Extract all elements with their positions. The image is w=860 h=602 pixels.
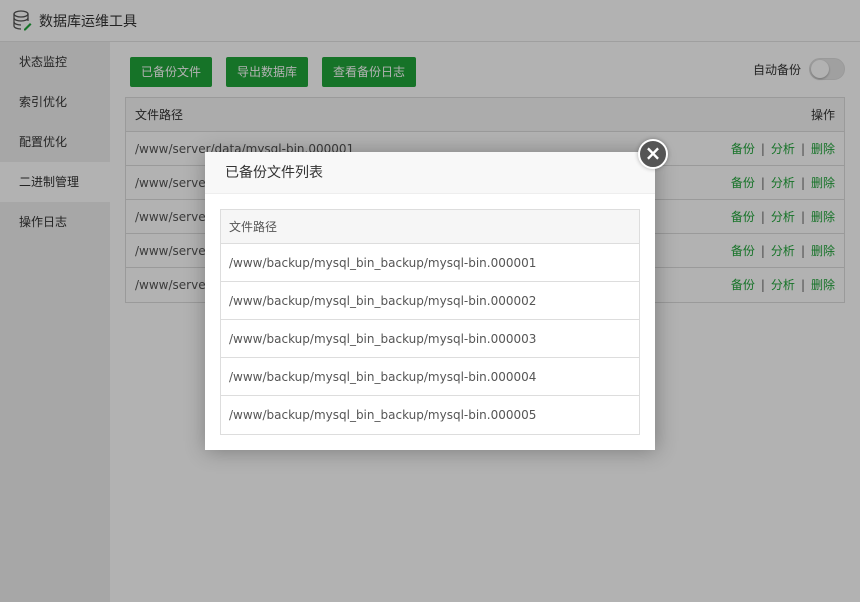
list-item: /www/backup/mysql_bin_backup/mysql-bin.0… — [229, 408, 537, 422]
column-header-path: 文件路径 — [221, 210, 639, 244]
backup-file-table: 文件路径 /www/backup/mysql_bin_backup/mysql-… — [220, 209, 640, 435]
list-item: /www/backup/mysql_bin_backup/mysql-bin.0… — [221, 358, 639, 396]
modal-title: 已备份文件列表 — [205, 152, 655, 194]
close-icon[interactable]: × — [638, 139, 668, 169]
backed-up-files-modal: 已备份文件列表 文件路径 /www/backup/mysql_bin_backu… — [205, 152, 655, 450]
list-item: /www/backup/mysql_bin_backup/mysql-bin.0… — [221, 244, 639, 282]
list-item: /www/backup/mysql_bin_backup/mysql-bin.0… — [221, 320, 639, 358]
list-item: /www/backup/mysql_bin_backup/mysql-bin.0… — [221, 282, 639, 320]
